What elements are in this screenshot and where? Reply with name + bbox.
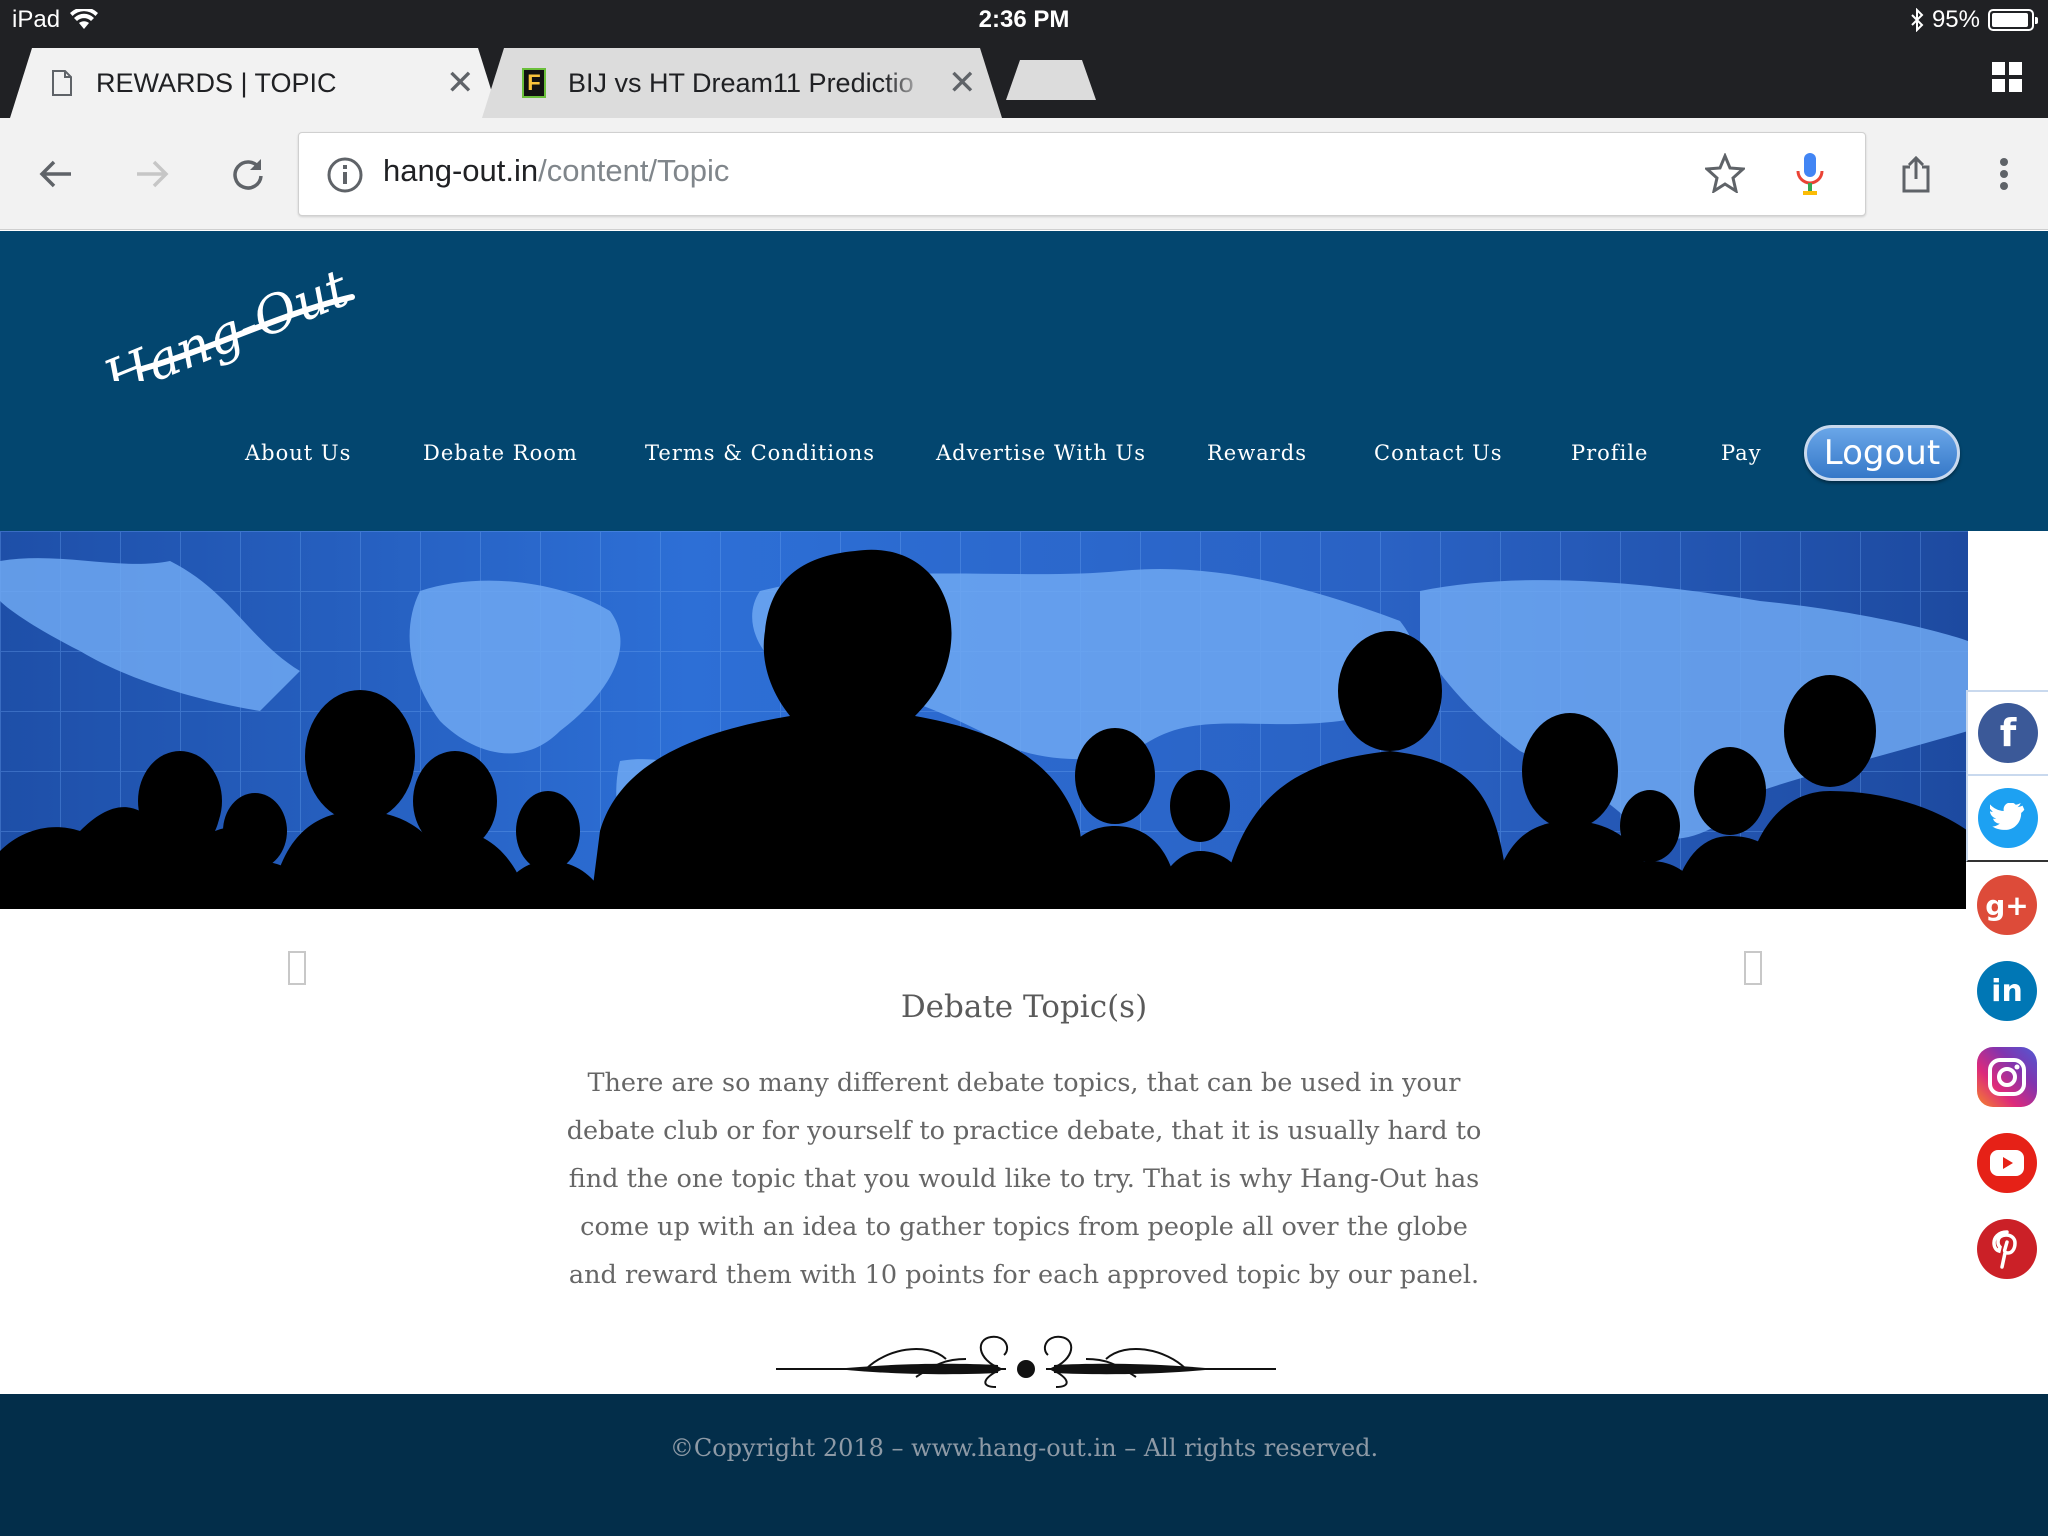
arrow-right-icon [137, 160, 169, 188]
nav-debate-room[interactable]: Debate Room [423, 441, 578, 465]
url-path: /content/Topic [538, 153, 730, 188]
share-button[interactable] [1888, 146, 1944, 202]
site-header: Hang-Out About Us Debate Room Terms & Co… [0, 231, 2048, 531]
twitter-icon [1978, 788, 2038, 848]
copyright-text: ©Copyright 2018 – www.hang-out.in – All … [669, 1434, 1379, 1462]
twitter-link[interactable] [1966, 776, 2048, 862]
menu-button[interactable] [1976, 146, 2032, 202]
instagram-link[interactable] [1966, 1034, 2048, 1120]
site-logo[interactable]: Hang-Out [92, 241, 362, 411]
youtube-icon [1977, 1133, 2037, 1193]
close-icon[interactable]: ✕ [948, 63, 977, 103]
google-plus-link[interactable]: g+ [1966, 862, 2048, 948]
battery-fill [1992, 13, 2029, 27]
ornament-divider [776, 1329, 1276, 1394]
browser-toolbar: hang-out.in/content/Topic [0, 118, 2048, 230]
reload-icon [233, 159, 263, 190]
url-text[interactable]: hang-out.in/content/Topic [383, 153, 729, 189]
instagram-icon [1977, 1047, 2037, 1107]
nav-profile[interactable]: Profile [1571, 441, 1648, 465]
forward-button[interactable] [124, 146, 180, 202]
content-section: Debate Topic(s) There are so many differ… [0, 909, 1966, 1395]
facebook-link[interactable]: f [1966, 690, 2048, 776]
pinterest-link[interactable] [1966, 1206, 2048, 1292]
close-icon[interactable]: ✕ [446, 63, 475, 103]
nav-about-us[interactable]: About Us [245, 441, 351, 465]
status-bar: iPad 2:36 PM 95% [0, 0, 2048, 40]
google-plus-icon: g+ [1977, 875, 2037, 935]
battery-percent: 95% [1931, 6, 1980, 33]
slider-prev-button[interactable] [288, 951, 306, 985]
nav-terms-conditions[interactable]: Terms & Conditions [645, 441, 875, 465]
bluetooth-icon [1911, 8, 1924, 32]
pinterest-icon [1977, 1219, 2037, 1279]
tab-strip: REWARDS | TOPIC ✕ F BIJ vs HT Dream11 Pr… [0, 40, 2048, 118]
share-icon [1902, 155, 1930, 193]
nav-rewards[interactable]: Rewards [1207, 441, 1307, 465]
youtube-link[interactable] [1966, 1120, 2048, 1206]
arrow-left-icon [39, 160, 71, 188]
more-vertical-icon [2000, 158, 2008, 190]
tab-title: BIJ vs HT Dream11 Predictio [568, 67, 914, 98]
facebook-icon: f [1978, 703, 2038, 763]
tab-switcher-icon[interactable] [1992, 62, 2022, 92]
url-host: hang-out.in [383, 153, 539, 188]
page-title: Debate Topic(s) [900, 989, 1148, 1025]
bookmark-star-icon[interactable] [1703, 152, 1747, 198]
tab-title: REWARDS | TOPIC [96, 67, 337, 98]
nav-pay[interactable]: Pay [1721, 441, 1762, 465]
page-icon [50, 68, 74, 98]
microphone-icon[interactable] [1795, 151, 1825, 202]
favicon-icon: F [522, 68, 546, 98]
hero-banner [0, 531, 1968, 909]
logout-button[interactable]: Logout [1804, 425, 1960, 481]
reload-button[interactable] [220, 146, 276, 202]
favicon-letter: F [522, 68, 546, 98]
main-nav: About Us Debate Room Terms & Conditions … [0, 425, 2048, 491]
battery-icon [1988, 9, 2038, 31]
nav-contact-us[interactable]: Contact Us [1374, 441, 1503, 465]
svg-text:Hang-Out: Hang-Out [95, 258, 357, 381]
nav-advertise-with-us[interactable]: Advertise With Us [936, 441, 1146, 465]
tab-rewards-topic[interactable]: REWARDS | TOPIC ✕ [10, 48, 500, 118]
status-right: 95% [1910, 6, 2038, 34]
info-icon[interactable] [327, 157, 363, 198]
status-time: 2:36 PM [978, 6, 1070, 33]
address-bar[interactable]: hang-out.in/content/Topic [298, 132, 1866, 216]
slider-next-button[interactable] [1744, 951, 1762, 985]
site-footer: ©Copyright 2018 – www.hang-out.in – All … [0, 1394, 2048, 1536]
back-button[interactable] [28, 146, 84, 202]
tab-dream11[interactable]: F BIJ vs HT Dream11 Predictio ✕ [482, 48, 1002, 118]
topic-description: There are so many different debate topic… [566, 1068, 1482, 1290]
new-tab-button[interactable] [1006, 60, 1096, 100]
